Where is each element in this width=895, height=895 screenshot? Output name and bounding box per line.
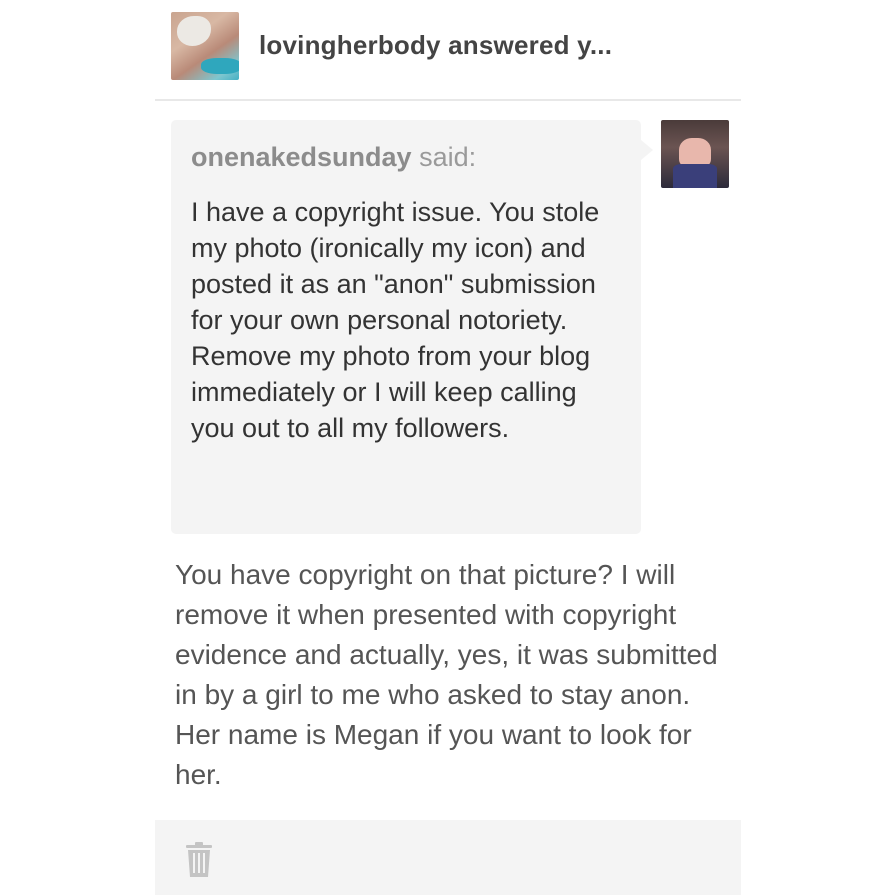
post-title[interactable]: lovingherbody answered y... xyxy=(259,30,612,61)
trash-icon[interactable] xyxy=(185,842,213,878)
said-label: said: xyxy=(419,142,477,172)
post-footer xyxy=(155,820,741,895)
question-byline: onenakedsunday said: xyxy=(191,142,476,173)
answer-post: lovingherbody answered y... onenakedsund… xyxy=(155,0,741,895)
blog-avatar[interactable] xyxy=(171,12,239,80)
question-text: I have a copyright issue. You stole my p… xyxy=(191,197,600,443)
asker-avatar[interactable] xyxy=(661,120,729,188)
asker-username[interactable]: onenakedsunday xyxy=(191,142,412,172)
post-header: lovingherbody answered y... xyxy=(155,0,741,101)
page: lovingherbody answered y... onenakedsund… xyxy=(0,0,895,895)
answer-text: You have copyright on that picture? I wi… xyxy=(175,559,718,790)
question-bubble: onenakedsunday said: I have a copyright … xyxy=(171,120,653,534)
